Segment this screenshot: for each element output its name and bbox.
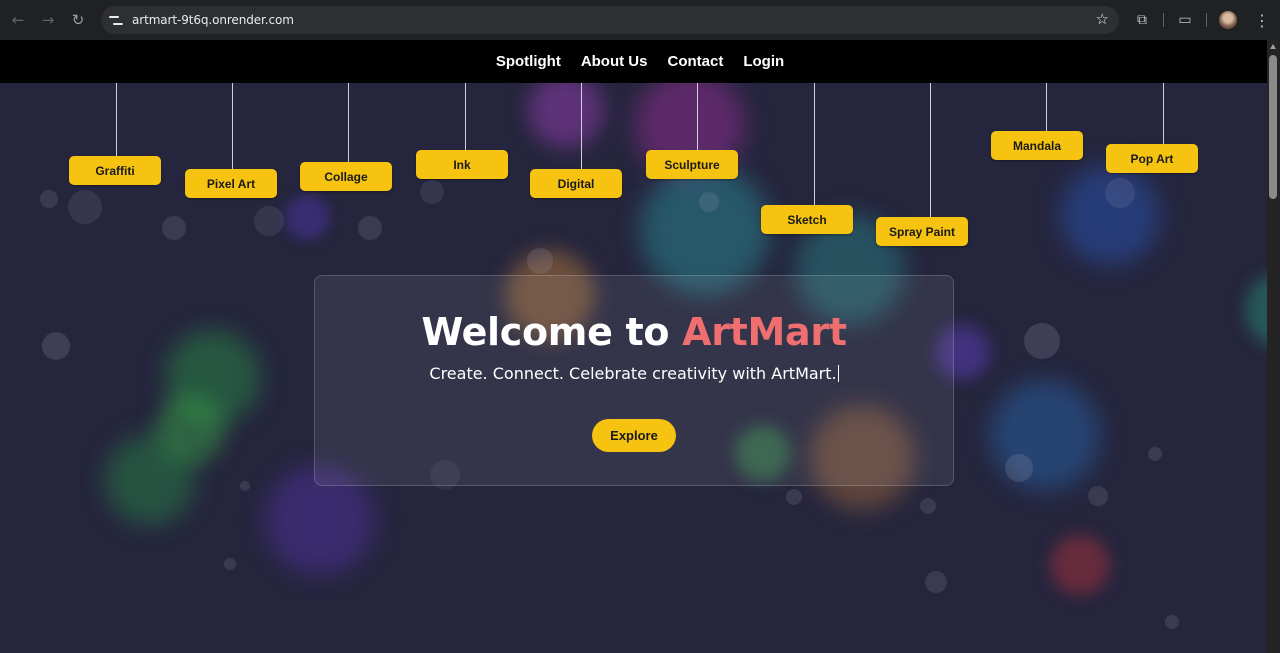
scroll-up-arrow-icon[interactable] bbox=[1270, 44, 1276, 49]
back-icon[interactable]: ← bbox=[3, 5, 33, 35]
page-scrollbar[interactable] bbox=[1267, 40, 1280, 653]
tag-graffiti[interactable]: Graffiti bbox=[69, 156, 161, 185]
tag-string bbox=[1163, 83, 1164, 146]
side-panel-icon[interactable]: ▭ bbox=[1171, 6, 1199, 34]
tag-string bbox=[930, 83, 931, 218]
tag-string bbox=[814, 83, 815, 207]
tag-string bbox=[465, 83, 466, 152]
reload-icon[interactable]: ↻ bbox=[63, 5, 93, 35]
address-bar[interactable]: artmart-9t6q.onrender.com ☆ bbox=[101, 6, 1119, 34]
browser-toolbar: ← → ↻ artmart-9t6q.onrender.com ☆ ⧉ ▭ ⋮ bbox=[0, 0, 1280, 40]
page-viewport: Spotlight About Us Contact Login Graffit… bbox=[0, 40, 1280, 653]
tag-string bbox=[348, 83, 349, 164]
hero-subtitle-text: Create. Connect. Celebrate creativity wi… bbox=[429, 364, 837, 383]
site-settings-icon[interactable] bbox=[109, 13, 123, 27]
tag-string bbox=[116, 83, 117, 158]
scrollbar-thumb[interactable] bbox=[1269, 55, 1277, 199]
tag-string bbox=[581, 83, 582, 171]
tag-spray-paint[interactable]: Spray Paint bbox=[876, 217, 968, 246]
tag-string bbox=[232, 83, 233, 171]
tag-sculpture[interactable]: Sculpture bbox=[646, 150, 738, 179]
tag-collage[interactable]: Collage bbox=[300, 162, 392, 191]
hero-card: Welcome to ArtMart Create. Connect. Cele… bbox=[314, 275, 954, 486]
nav-spotlight[interactable]: Spotlight bbox=[496, 53, 561, 70]
tag-digital[interactable]: Digital bbox=[530, 169, 622, 198]
tag-ink[interactable]: Ink bbox=[416, 150, 508, 179]
nav-login[interactable]: Login bbox=[743, 53, 784, 70]
hero-title: Welcome to ArtMart bbox=[315, 310, 953, 354]
tag-mandala[interactable]: Mandala bbox=[991, 131, 1083, 160]
toolbar-divider bbox=[1206, 13, 1207, 27]
tag-sketch[interactable]: Sketch bbox=[761, 205, 853, 234]
tag-pop-art[interactable]: Pop Art bbox=[1106, 144, 1198, 173]
hero-subtitle: Create. Connect. Celebrate creativity wi… bbox=[315, 364, 953, 383]
tag-string bbox=[1046, 83, 1047, 133]
top-navbar: Spotlight About Us Contact Login bbox=[0, 40, 1280, 83]
bookmark-star-icon[interactable]: ☆ bbox=[1096, 10, 1109, 28]
forward-icon[interactable]: → bbox=[33, 5, 63, 35]
nav-about-us[interactable]: About Us bbox=[581, 53, 648, 70]
tag-string bbox=[697, 83, 698, 152]
tag-pixel-art[interactable]: Pixel Art bbox=[185, 169, 277, 198]
url-text[interactable]: artmart-9t6q.onrender.com bbox=[132, 13, 294, 27]
text-caret bbox=[837, 365, 839, 382]
toolbar-divider bbox=[1163, 13, 1164, 27]
profile-avatar[interactable] bbox=[1214, 6, 1242, 34]
hero-title-prefix: Welcome to bbox=[421, 310, 683, 354]
hero-title-brand: ArtMart bbox=[682, 310, 847, 354]
menu-kebab-icon[interactable]: ⋮ bbox=[1248, 6, 1276, 34]
explore-button[interactable]: Explore bbox=[592, 419, 676, 452]
extensions-icon[interactable]: ⧉ bbox=[1128, 6, 1156, 34]
nav-contact[interactable]: Contact bbox=[667, 53, 723, 70]
